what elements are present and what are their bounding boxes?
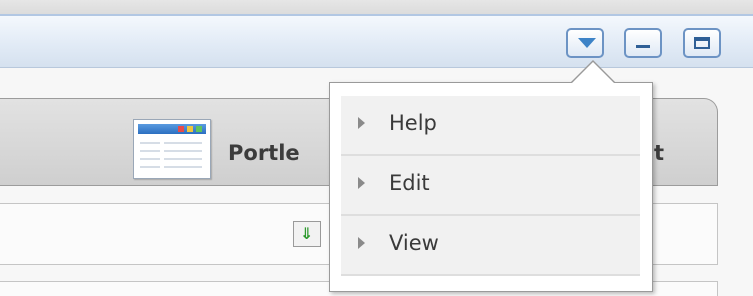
download-arrow-icon[interactable]: ⇓ [293, 221, 321, 247]
maximize-icon [694, 37, 710, 49]
menu-item-edit[interactable]: Edit [341, 156, 640, 216]
minimize-button[interactable] [624, 28, 662, 58]
menu-item-view[interactable]: View [341, 216, 640, 276]
menu-item-label: View [389, 231, 439, 255]
menu-item-label: Edit [389, 171, 430, 195]
portlet-window-icon [133, 119, 211, 179]
tab-title: Portle [228, 141, 300, 165]
chevron-right-icon [358, 237, 365, 249]
top-strip [0, 0, 753, 14]
dropdown-triangle-icon [578, 38, 596, 48]
tab-title-tail: t [654, 141, 665, 165]
menu-item-help[interactable]: Help [341, 96, 640, 156]
minimize-icon [636, 45, 650, 48]
chevron-right-icon [358, 177, 365, 189]
portlet-menu-button[interactable] [566, 28, 604, 58]
maximize-button[interactable] [683, 28, 721, 58]
menu-item-label: Help [389, 111, 437, 135]
chevron-right-icon [358, 117, 365, 129]
